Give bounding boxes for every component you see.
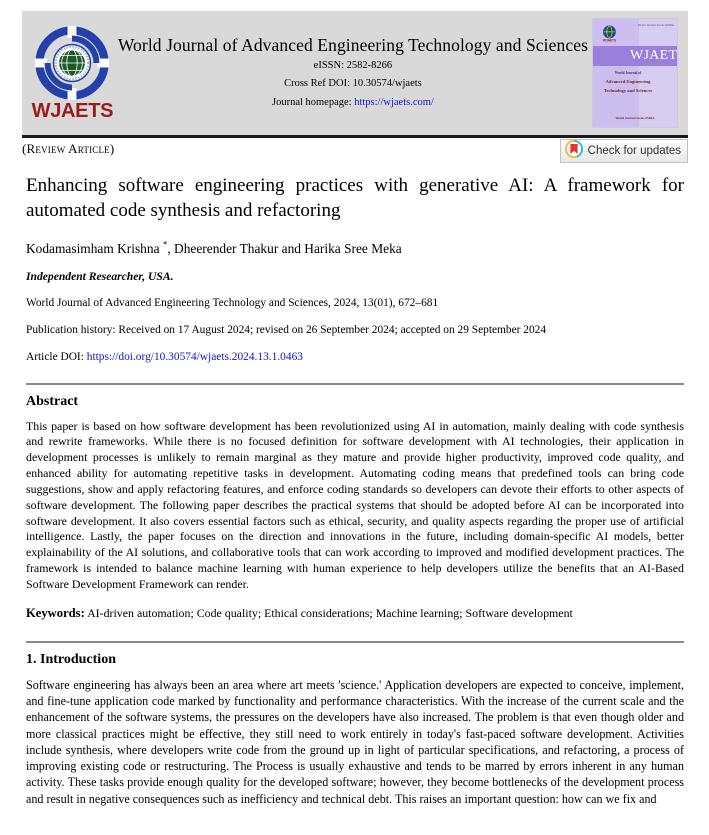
journal-homepage-row: Journal homepage: https://wjaets.com/	[118, 95, 588, 111]
journal-masthead: WJAETS World Journal of Advanced Enginee…	[22, 11, 688, 135]
check-for-updates-badge[interactable]: Check for updates	[559, 139, 688, 163]
abstract-heading: Abstract	[26, 393, 79, 409]
corresponding-author-marker: *	[162, 239, 168, 250]
article-type-label: (Review Article)	[22, 141, 115, 156]
cover-wordmark: WJAETS	[630, 48, 678, 63]
abstract-text: This paper is based on how software deve…	[26, 418, 684, 591]
cover-subtitle: World Journal of Advanced Engineering Te…	[597, 70, 659, 95]
svg-text:WJAETS: WJAETS	[603, 38, 616, 42]
cover-footer: World Journal Series INDIA	[615, 116, 655, 121]
introduction-text: Software engineering has always been an …	[26, 677, 684, 806]
paper-page: WJAETS World Journal of Advanced Enginee…	[0, 0, 709, 835]
keywords-row: Keywords: AI-driven automation; Code qua…	[26, 606, 684, 621]
journal-homepage-link[interactable]: https://wjaets.com/	[354, 97, 434, 108]
journal-crossref-doi: Cross Ref DOI: 10.30574/wjaets	[284, 78, 422, 90]
journal-citation: World Journal of Advanced Engineering Te…	[26, 296, 439, 309]
cover-subtitle-main: Advanced Engineering Technology and Scie…	[603, 78, 653, 93]
masthead-text: World Journal of Advanced Engineering Te…	[114, 35, 592, 111]
introduction-divider	[26, 640, 684, 643]
journal-homepage-label: Journal homepage:	[271, 96, 352, 108]
author-names: Kodamasimham Krishna *, Dheerender Thaku…	[26, 239, 402, 256]
keywords-value: AI-driven automation; Code quality; Ethi…	[87, 605, 573, 620]
article-doi-row: Article DOI: https://doi.org/10.30574/wj…	[26, 351, 684, 363]
article-doi-link[interactable]: https://doi.org/10.30574/wjaets.2024.13.…	[87, 351, 303, 363]
masthead-divider	[22, 135, 688, 138]
introduction-heading: 1. Introduction	[26, 651, 116, 667]
page-title: Enhancing software engineering practices…	[26, 175, 684, 222]
cover-subtitle-small: World Journal of	[614, 71, 642, 75]
logo-wordmark: WJAETS	[31, 99, 114, 122]
publication-history: Publication history: Received on 17 Augu…	[26, 323, 547, 336]
journal-eissn: eISSN: 2582-8266	[313, 60, 393, 72]
journal-logo: WJAETS	[31, 25, 114, 122]
check-for-updates-label: Check for updates	[587, 145, 681, 157]
journal-cover-thumbnail: WJAETS World Journal Series INDIA WJAETS…	[592, 18, 678, 128]
article-content: Enhancing software engineering practices…	[26, 173, 684, 807]
author-affiliation: Independent Researcher, USA.	[26, 269, 174, 283]
author-list: Kodamasimham Krishna *, Dheerender Thaku…	[26, 239, 684, 256]
cover-logo-icon: WJAETS	[600, 25, 621, 43]
crossmark-icon	[564, 139, 583, 163]
article-doi-label: Article DOI:	[26, 350, 84, 363]
cover-top-strip: World Journal Series INDIA	[638, 24, 674, 27]
journal-title: World Journal of Advanced Engineering Te…	[117, 35, 588, 56]
article-type-row: (Review Article) Check for updates	[22, 139, 688, 165]
wjaets-logo-icon	[35, 25, 110, 100]
keywords-label: Keywords:	[26, 605, 85, 620]
abstract-divider	[26, 382, 684, 385]
